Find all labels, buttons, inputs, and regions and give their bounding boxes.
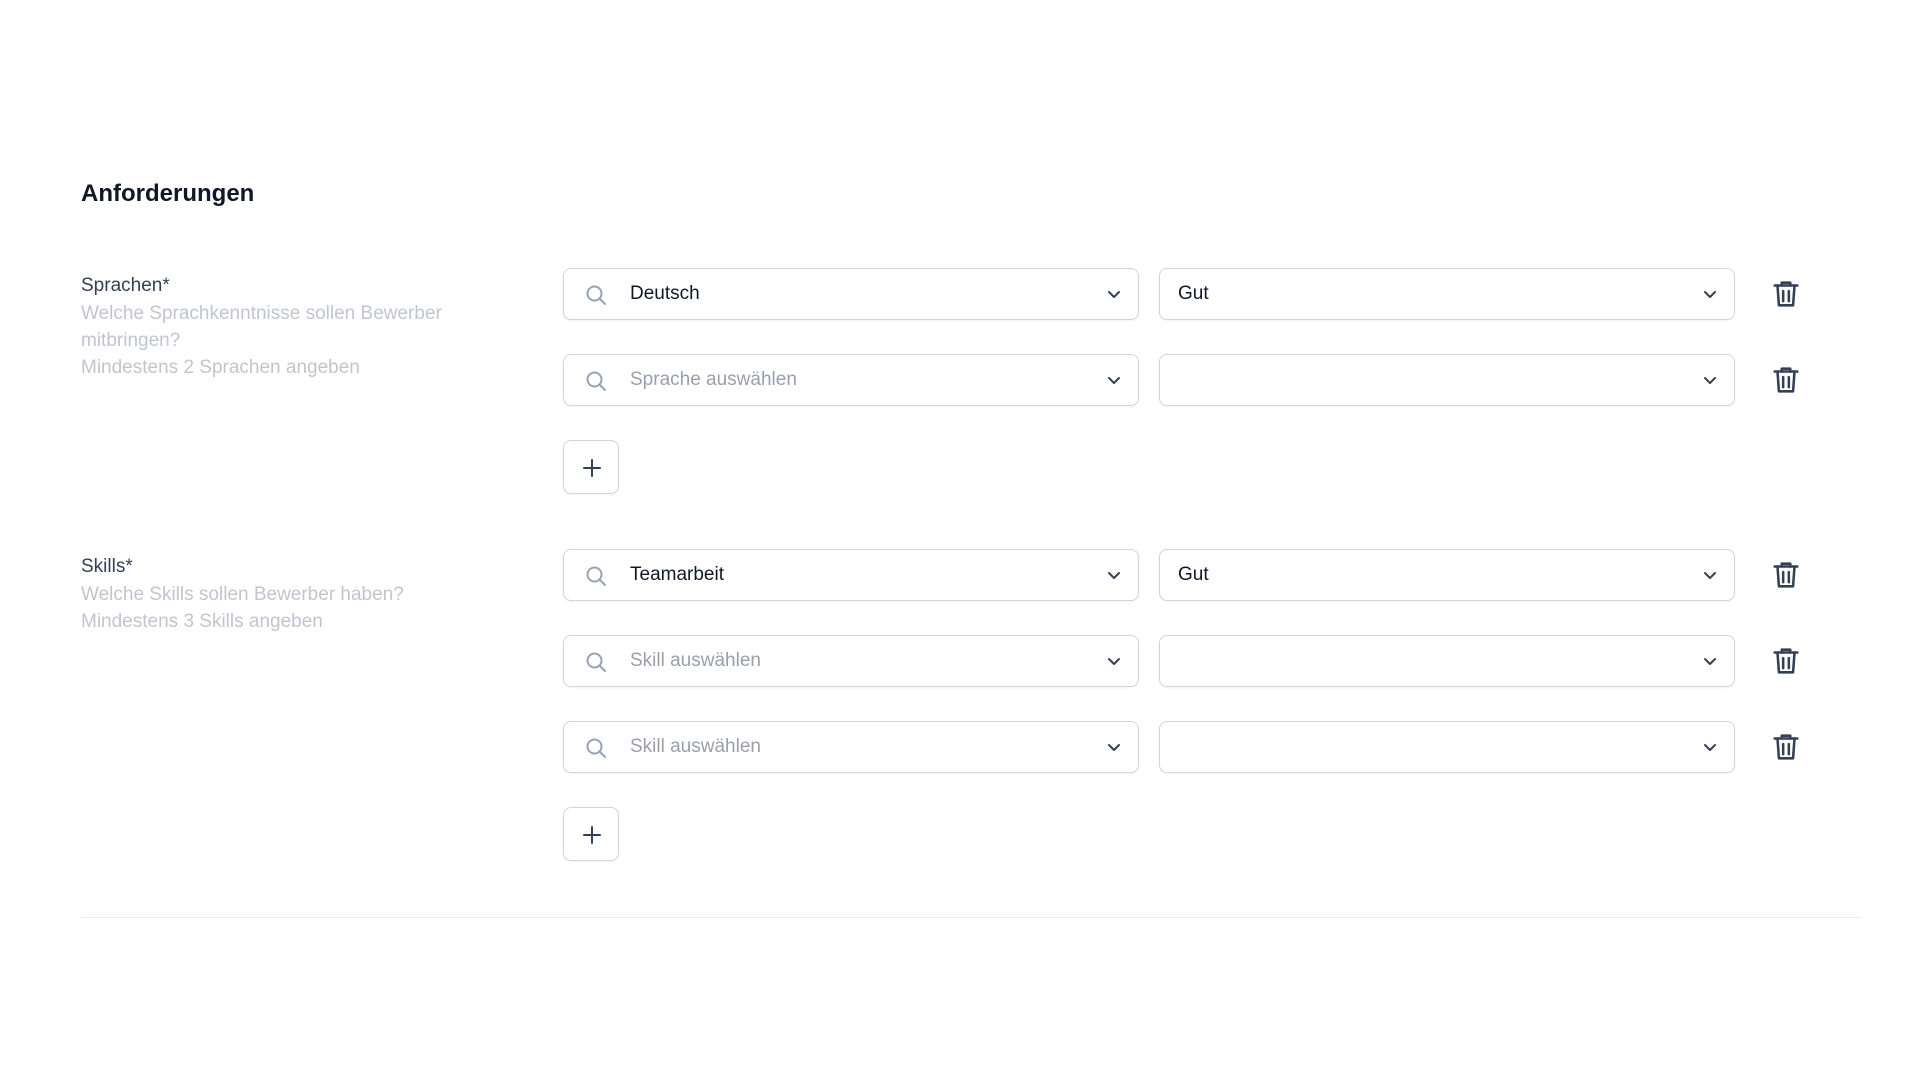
- skill-select-placeholder: Skill auswählen: [630, 650, 761, 671]
- languages-hint-line-2: mitbringen?: [81, 330, 181, 351]
- chevron-down-icon: [1108, 572, 1120, 579]
- chevron-down-icon: [1704, 658, 1716, 665]
- languages-hint-line-3: Mindestens 2 Sprachen angeben: [81, 357, 360, 378]
- skill-level-select[interactable]: [1159, 635, 1735, 687]
- chevron-down-icon: [1108, 744, 1120, 751]
- chevron-down-icon: [1704, 744, 1716, 751]
- language-select-placeholder: Sprache auswählen: [630, 369, 797, 390]
- skill-level-value: Gut: [1178, 564, 1209, 585]
- skill-select-placeholder: Skill auswählen: [630, 736, 761, 757]
- trash-icon[interactable]: [1769, 730, 1803, 764]
- plus-icon: [583, 459, 601, 477]
- language-select-value: Deutsch: [630, 283, 700, 304]
- skills-hint-line-1: Welche Skills sollen Bewerber haben?: [81, 584, 404, 605]
- languages-rows: Deutsch Gut Sprache auswählen: [563, 268, 1799, 494]
- section-title: Anforderungen: [81, 180, 255, 207]
- trash-icon[interactable]: [1769, 644, 1803, 678]
- search-icon: [586, 285, 606, 305]
- languages-label: Sprachen*: [81, 275, 170, 296]
- plus-icon: [583, 826, 601, 844]
- skill-row: Skill auswählen: [563, 721, 1799, 777]
- trash-icon[interactable]: [1769, 363, 1803, 397]
- chevron-down-icon: [1108, 291, 1120, 298]
- skill-select[interactable]: Skill auswählen: [563, 635, 1139, 687]
- language-level-value: Gut: [1178, 283, 1209, 304]
- search-icon: [586, 566, 606, 586]
- search-icon: [586, 738, 606, 758]
- skill-select[interactable]: Teamarbeit: [563, 549, 1139, 601]
- page: Anforderungen Sprachen* Welche Sprachken…: [0, 0, 1920, 1080]
- search-icon: [586, 652, 606, 672]
- search-icon: [586, 371, 606, 391]
- skill-row: Teamarbeit Gut: [563, 549, 1799, 605]
- chevron-down-icon: [1704, 377, 1716, 384]
- chevron-down-icon: [1108, 377, 1120, 384]
- language-row: Deutsch Gut: [563, 268, 1799, 324]
- add-skill-button[interactable]: [563, 807, 619, 861]
- chevron-down-icon: [1704, 572, 1716, 579]
- language-row: Sprache auswählen: [563, 354, 1799, 410]
- language-select[interactable]: Deutsch: [563, 268, 1139, 320]
- skill-row: Skill auswählen: [563, 635, 1799, 691]
- skill-select-value: Teamarbeit: [630, 564, 724, 585]
- languages-label-block: Sprachen* Welche Sprachkenntnisse sollen…: [81, 268, 501, 381]
- skills-label-block: Skills* Welche Skills sollen Bewerber ha…: [81, 549, 501, 635]
- language-level-select[interactable]: [1159, 354, 1735, 406]
- section-divider: [81, 917, 1861, 918]
- chevron-down-icon: [1704, 291, 1716, 298]
- skill-select[interactable]: Skill auswählen: [563, 721, 1139, 773]
- skill-level-select[interactable]: [1159, 721, 1735, 773]
- languages-hint-line-1: Welche Sprachkenntnisse sollen Bewerber: [81, 303, 442, 324]
- language-level-select[interactable]: Gut: [1159, 268, 1735, 320]
- skill-level-select[interactable]: Gut: [1159, 549, 1735, 601]
- language-select[interactable]: Sprache auswählen: [563, 354, 1139, 406]
- chevron-down-icon: [1108, 658, 1120, 665]
- add-language-button[interactable]: [563, 440, 619, 494]
- skills-rows: Teamarbeit Gut Skill auswählen Skill aus…: [563, 549, 1799, 861]
- trash-icon[interactable]: [1769, 277, 1803, 311]
- skills-label: Skills*: [81, 556, 133, 577]
- trash-icon[interactable]: [1769, 558, 1803, 592]
- skills-hint-line-2: Mindestens 3 Skills angeben: [81, 611, 323, 632]
